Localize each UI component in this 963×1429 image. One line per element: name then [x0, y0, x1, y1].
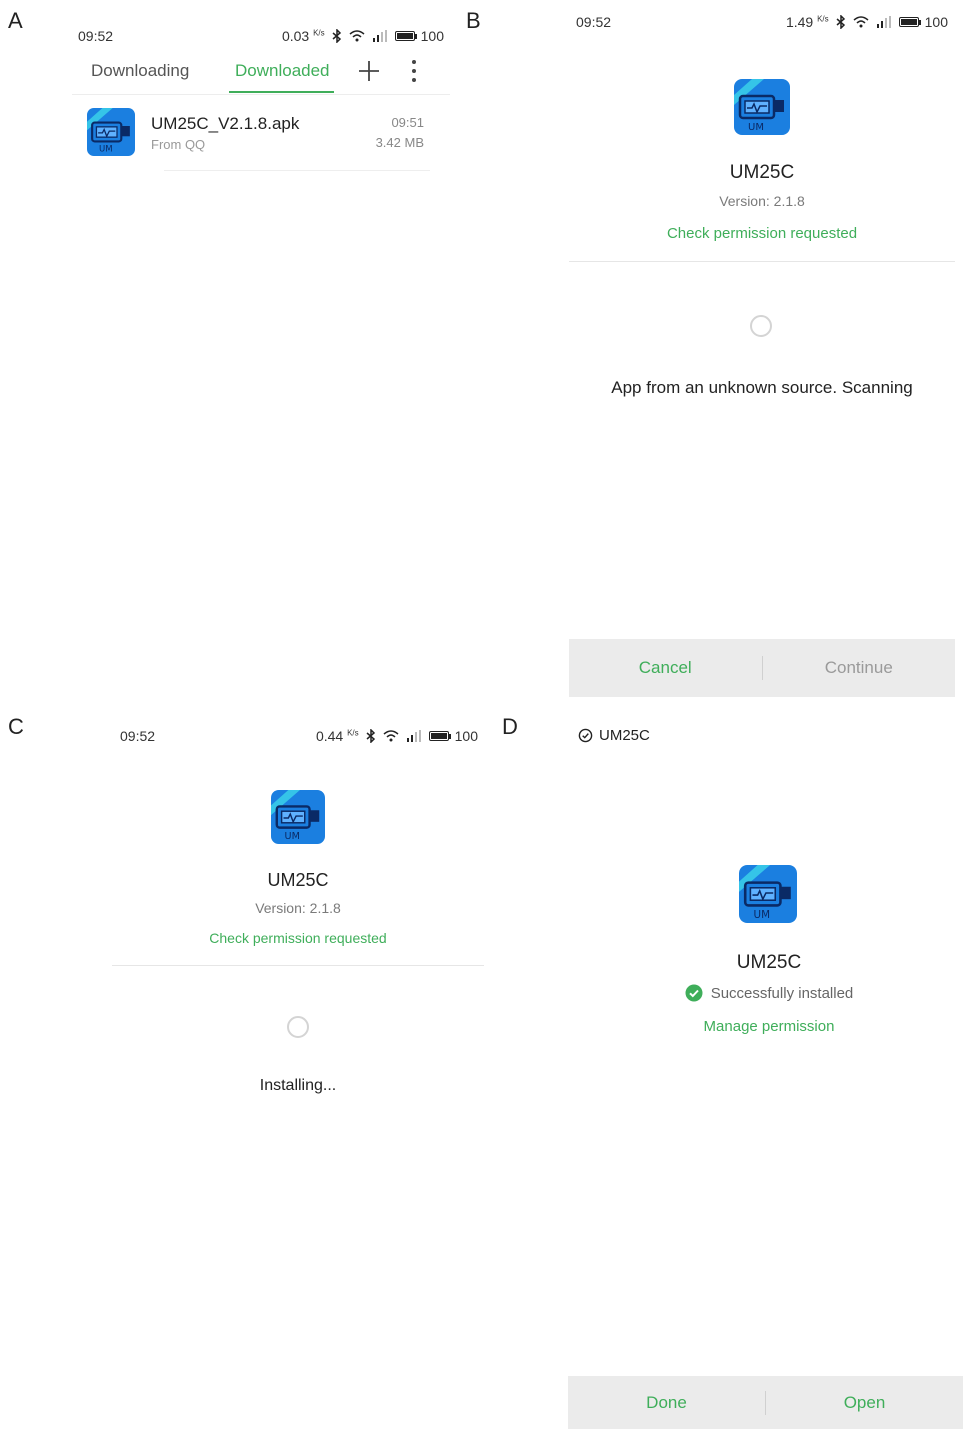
- check-circle-outline-icon: [578, 728, 593, 743]
- bluetooth-icon: [332, 29, 341, 43]
- manage-permission-link[interactable]: Manage permission: [575, 1018, 963, 1035]
- tab-downloaded[interactable]: Downloaded: [235, 61, 330, 81]
- add-icon[interactable]: [358, 60, 380, 82]
- signal-icon: [876, 16, 891, 28]
- file-time: 09:51: [391, 115, 424, 130]
- panel-label-b: B: [466, 8, 481, 33]
- app-version: Version: 2.1.8: [255, 900, 341, 916]
- more-options-icon[interactable]: [410, 59, 418, 83]
- cancel-button[interactable]: Cancel: [569, 658, 762, 678]
- battery-icon: [428, 731, 449, 741]
- network-speed: 0.03 K/s: [281, 28, 325, 44]
- check-permission-link[interactable]: Check permission requested: [569, 225, 955, 242]
- battery-indicator: 100: [898, 14, 948, 30]
- open-button[interactable]: Open: [766, 1393, 963, 1413]
- status-time: 09:52: [78, 28, 114, 44]
- app-icon: [734, 79, 790, 135]
- app-name: UM25C: [729, 162, 795, 183]
- done-button[interactable]: Done: [568, 1393, 765, 1413]
- status-message: App from an unknown source. Scanning: [611, 378, 913, 397]
- network-speed: 0.44 K/s: [315, 728, 359, 744]
- signal-icon: [372, 30, 387, 42]
- success-check-icon: [685, 984, 703, 1002]
- app-name: UM25C: [736, 952, 802, 973]
- section-divider: [569, 261, 955, 262]
- tab-active-indicator: [229, 91, 334, 93]
- network-speed: 1.49 K/s: [785, 14, 829, 30]
- file-source: From QQ: [151, 137, 206, 152]
- install-status-text: Successfully installed: [710, 984, 854, 1002]
- app-version: Version: 2.1.8: [719, 193, 805, 209]
- app-icon: [271, 790, 325, 844]
- loading-spinner-icon: [287, 1016, 309, 1038]
- bluetooth-icon: [836, 15, 845, 29]
- panel-label-d: D: [502, 714, 518, 739]
- status-message: Installing...: [259, 1077, 337, 1094]
- panel-label-c: C: [8, 714, 24, 739]
- status-bar: 09:52 0.44 K/s 100: [120, 728, 478, 746]
- status-bar: 09:52 1.49 K/s 100: [576, 14, 948, 32]
- app-name: UM25C: [267, 870, 329, 890]
- action-bar: Cancel Continue: [569, 639, 955, 697]
- bluetooth-icon: [366, 729, 375, 743]
- file-size: 3.42 MB: [375, 135, 424, 150]
- battery-icon: [898, 17, 919, 27]
- list-divider: [164, 170, 430, 171]
- app-icon: [739, 865, 797, 923]
- battery-indicator: 100: [428, 728, 478, 744]
- signal-icon: [406, 730, 421, 742]
- wifi-icon: [349, 30, 365, 42]
- continue-button[interactable]: Continue: [763, 658, 956, 678]
- file-name: UM25C_V2.1.8.apk: [151, 114, 300, 133]
- notification-app-name: UM25C: [599, 727, 650, 744]
- action-bar: Done Open: [568, 1376, 963, 1429]
- status-bar: 09:52 0.03 K/s 100: [78, 28, 444, 46]
- install-status: Successfully installed: [575, 984, 963, 1002]
- battery-indicator: 100: [394, 28, 444, 44]
- wifi-icon: [853, 16, 869, 28]
- notification-header: UM25C: [578, 727, 650, 744]
- section-divider: [112, 965, 484, 966]
- tab-downloading[interactable]: Downloading: [91, 61, 189, 81]
- status-time: 09:52: [576, 14, 612, 30]
- file-list-item[interactable]: UM25C_V2.1.8.apk From QQ 09:51 3.42 MB: [72, 100, 432, 170]
- app-icon: [87, 108, 135, 156]
- battery-icon: [394, 31, 415, 41]
- wifi-icon: [383, 730, 399, 742]
- check-permission-link[interactable]: Check permission requested: [112, 930, 484, 946]
- tab-divider: [72, 94, 450, 95]
- status-time: 09:52: [120, 728, 156, 744]
- panel-label-a: A: [8, 8, 23, 33]
- loading-spinner-icon: [750, 315, 772, 337]
